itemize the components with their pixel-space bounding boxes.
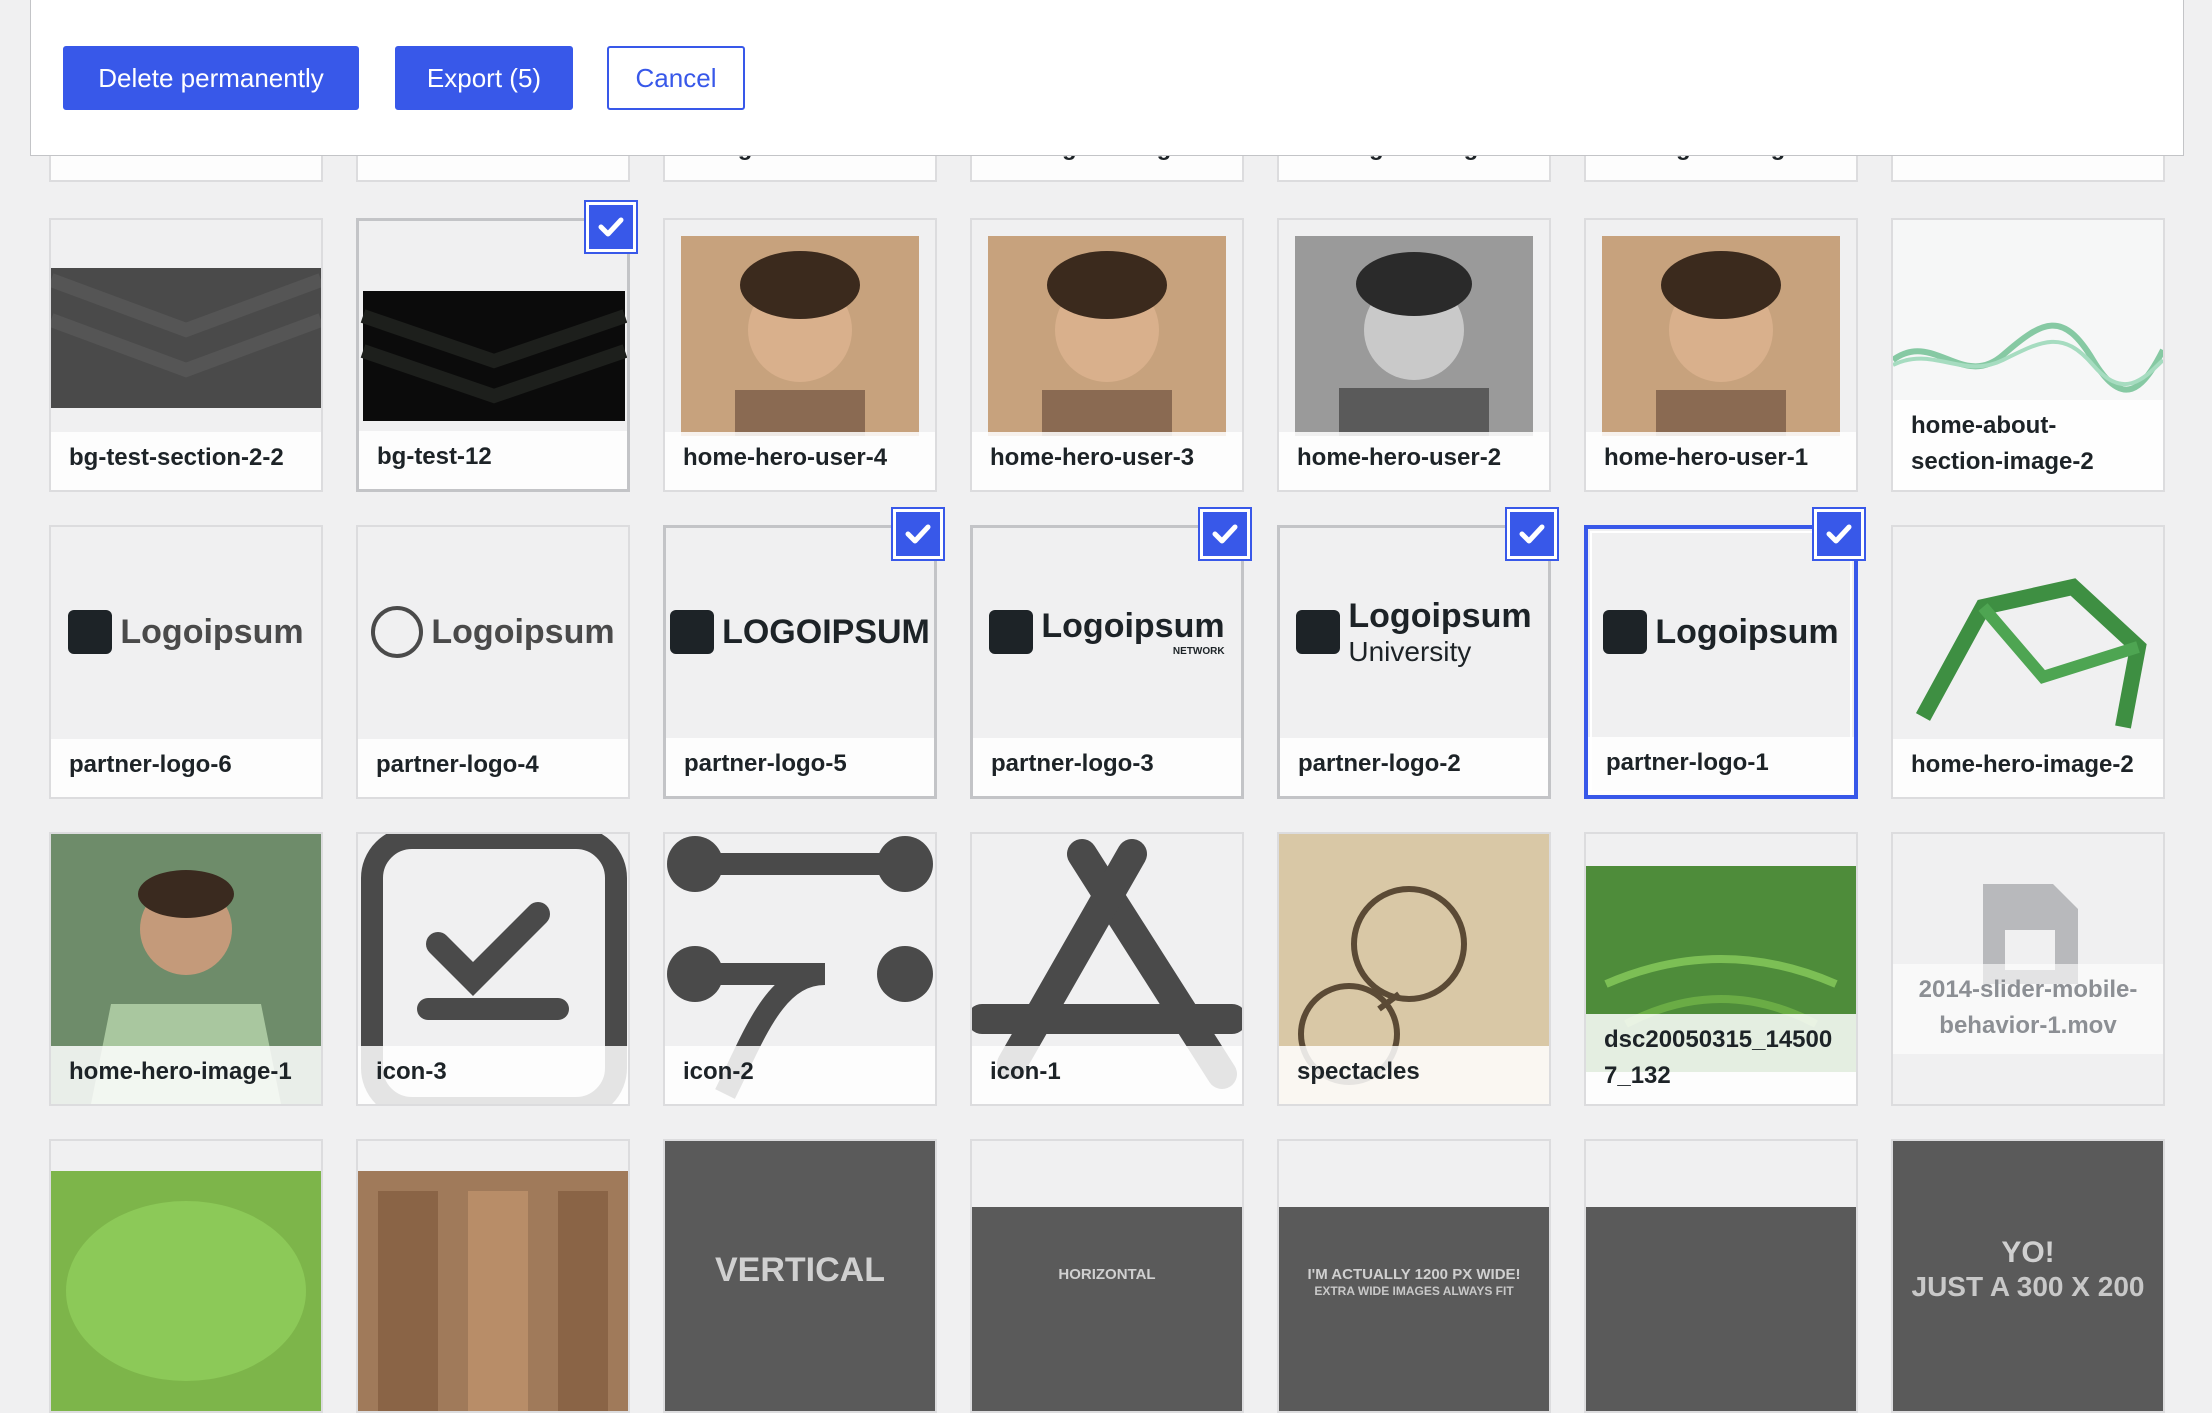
media-item[interactable]: icon-1 [970,832,1244,1106]
media-item[interactable]: icon-2 [663,832,937,1106]
media-item[interactable]: Logoipsum NETWORK partner-logo-3 [970,525,1244,799]
logo-thumbnail: Logoipsum [1588,529,1854,765]
media-item-title: icon-3 [358,1046,628,1104]
media-item[interactable]: I'M ACTUALLY 1200 PX WIDE! EXTRA WIDE IMA… [1277,1139,1551,1413]
media-item-title: home-hero-user-2 [1279,432,1549,490]
thumbnail-label: I'M ACTUALLY 1200 PX WIDE! [1307,1266,1521,1283]
media-item[interactable]: home-hero-user-4 [663,218,937,492]
delete-permanently-button[interactable]: Delete permanently [63,46,359,110]
logo-thumbnail: Logoipsum [358,527,628,767]
thumbnail-label: HORIZONTAL [1058,1266,1156,1283]
selected-check-icon[interactable] [1198,507,1252,561]
media-item-title: partner-logo-6 [51,739,321,797]
media-item[interactable]: 2014-slider-mobile-behavior-1.mov [1891,832,2165,1106]
selected-check-icon[interactable] [1812,507,1866,561]
media-item[interactable]: HORIZONTAL [970,1139,1244,1413]
logo-wordmark: Logoipsum [1655,612,1839,651]
logo-mark-icon [371,606,424,658]
logo-subtext: University [1348,635,1472,667]
logo-thumbnail: LOGOIPSUM [666,528,934,766]
logo-thumbnail: Logoipsum NETWORK [973,528,1241,766]
logo-mark-icon [989,610,1034,654]
media-item-title: home-hero-user-4 [665,432,935,490]
media-item-title: home-about-section-image-2 [1893,400,2163,490]
media-item[interactable] [49,1139,323,1413]
media-item-title: bg-test-section-2-2 [51,432,321,490]
media-item-title: home-hero-user-1 [1586,432,1856,490]
media-item-title: partner-logo-3 [973,738,1241,796]
logo-wordmark: LOGOIPSUM [722,612,930,651]
media-item[interactable]: dsc20050315_145007_132 [1584,832,1858,1106]
logo-wordmark: Logoipsum [1348,596,1532,635]
bulk-actions-toolbar: Delete permanently Export (5) Cancel [30,0,2184,156]
media-item[interactable]: spectacles [1277,832,1551,1106]
media-item[interactable]: LOGOIPSUM partner-logo-5 [663,525,937,799]
logo-mark-icon [670,610,715,654]
cancel-button[interactable]: Cancel [607,46,745,110]
thumbnail-image [51,1141,321,1411]
media-item-title: spectacles [1279,1046,1549,1104]
media-item[interactable]: home-hero-user-1 [1584,218,1858,492]
logo-subtext: NETWORK [1172,646,1225,657]
logo-mark-icon [1603,610,1648,654]
media-item-title: 2014-slider-mobile-behavior-1.mov [1893,964,2163,1054]
media-item-title: icon-1 [972,1046,1242,1104]
thumbnail-image [1586,1141,1856,1411]
media-item-title: partner-logo-1 [1588,737,1854,795]
media-item-title: dsc20050315_145007_132 [1586,1014,1856,1104]
media-item[interactable] [356,1139,630,1413]
logo-wordmark: Logoipsum [1041,607,1225,645]
media-item[interactable]: home-hero-user-2 [1277,218,1551,492]
media-item[interactable]: Logoipsum partner-logo-1 [1584,525,1858,799]
logo-wordmark: Logoipsum [431,612,615,651]
selected-check-icon[interactable] [584,200,638,254]
media-item[interactable]: Logoipsum partner-logo-4 [356,525,630,799]
media-item[interactable]: home-hero-user-3 [970,218,1244,492]
media-item-title: icon-2 [665,1046,935,1104]
selected-check-icon[interactable] [891,507,945,561]
thumbnail-label: VERTICAL [715,1251,885,1289]
logo-mark-icon [68,610,113,654]
media-item[interactable]: bg-test-section-2-2 [49,218,323,492]
media-item-title: home-hero-image-1 [51,1046,321,1104]
logo-thumbnail: Logoipsum University [1280,528,1548,766]
media-item[interactable]: YO! JUST A 300 X 200 [1891,1139,2165,1413]
thumbnail-image [358,1141,628,1411]
media-item-title: partner-logo-2 [1280,738,1548,796]
media-item-title: home-hero-image-2 [1893,739,2163,797]
media-item[interactable]: home-hero-image-2 [1891,525,2165,799]
media-item[interactable]: home-about-section-image-2 [1891,218,2165,492]
logo-wordmark: Logoipsum [120,612,304,651]
media-item[interactable] [1584,1139,1858,1413]
media-item[interactable]: home-hero-image-1 [49,832,323,1106]
logo-mark-icon [1296,610,1341,654]
selected-check-icon[interactable] [1505,507,1559,561]
media-item[interactable]: VERTICAL [663,1139,937,1413]
thumbnail-sublabel: EXTRA WIDE IMAGES ALWAYS FIT [1314,1284,1514,1298]
media-item[interactable]: Logoipsum University partner-logo-2 [1277,525,1551,799]
thumbnail-sublabel: JUST A 300 X 200 [1911,1271,2145,1302]
media-item-title: partner-logo-4 [358,739,628,797]
media-grid: icon-6icon-5backgroundhome-grid-image-3h… [0,0,2212,1413]
media-item[interactable]: bg-test-12 [356,218,630,492]
media-item[interactable]: Logoipsum partner-logo-6 [49,525,323,799]
thumbnail-label: YO! [2001,1236,2055,1269]
media-item-title: partner-logo-5 [666,738,934,796]
media-item-title: home-hero-user-3 [972,432,1242,490]
logo-thumbnail: Logoipsum [51,527,321,767]
export-button[interactable]: Export (5) [395,46,573,110]
media-item[interactable]: icon-3 [356,832,630,1106]
media-item-title: bg-test-12 [359,431,627,489]
